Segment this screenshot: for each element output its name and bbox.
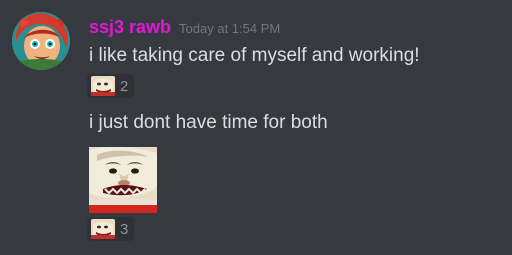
possum-face-emoji-icon [91,76,115,96]
possum-face-emoji-icon [91,219,115,239]
message-group: ssj3 rawb Today at 1:54 PM i like taking … [87,14,504,244]
avatar-icon [12,12,70,70]
reaction-count: 3 [120,220,129,238]
avatar[interactable] [12,12,70,70]
reaction[interactable]: 2 [87,74,135,98]
reaction-count: 2 [120,77,129,95]
possum-face-emoji-icon [89,147,157,213]
chat-view: ssj3 rawb Today at 1:54 PM i like taking … [0,0,512,255]
message-text: i like taking care of myself and working… [89,45,420,66]
username[interactable]: ssj3 rawb [89,17,171,37]
message-header: ssj3 rawb Today at 1:54 PM [89,14,504,40]
reaction[interactable]: 3 [87,217,135,241]
message-text: i just dont have time for both [89,112,328,133]
timestamp: Today at 1:54 PM [179,21,281,36]
